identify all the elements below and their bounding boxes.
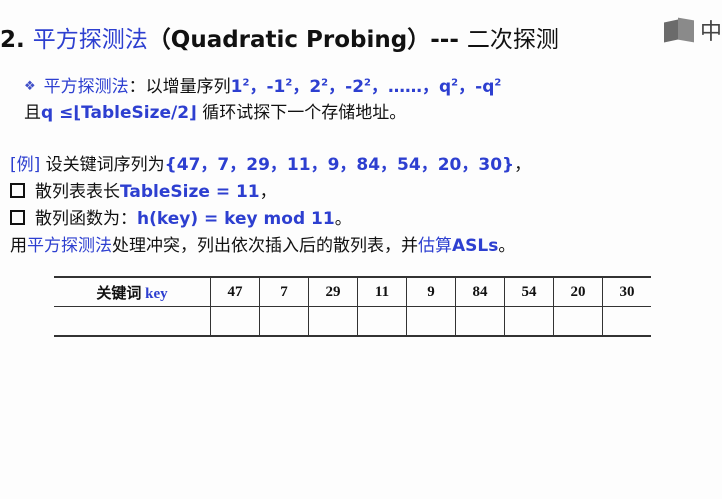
table-cell: 54	[504, 276, 554, 307]
title-en: （Quadratic Probing）---	[147, 27, 459, 53]
table-cell: 11	[357, 276, 407, 307]
table-cell	[602, 306, 651, 337]
table-row	[54, 306, 651, 337]
table-cell: 84	[455, 276, 505, 307]
diamond-bullet-icon: ❖	[24, 79, 36, 94]
rule-line-1: ❖ 平方探测法：以增量序列12，-12，22，-22，……，q2，-q2	[24, 77, 502, 97]
example-line: [例] 设关键词序列为{47，7，29，11，9，84，54，20，30}，	[10, 155, 532, 175]
item2-en: h(key) = key mod 11	[137, 209, 335, 229]
table-cell: 47	[210, 276, 260, 307]
logo-text: 中	[699, 20, 722, 45]
item2-cn: 散列函数为：	[35, 209, 137, 229]
table-cell	[357, 306, 407, 337]
seq-term: -22	[345, 77, 371, 97]
item1-en: TableSize = 11	[120, 182, 260, 202]
table-cell: 30	[602, 276, 651, 307]
table-cell	[455, 306, 505, 337]
table-row: 关键词 key 47 7 29 11 9 84 54 20 30	[54, 276, 651, 307]
table-cell	[210, 306, 260, 337]
item-hash-func: 散列函数为：h(key) = key mod 11。	[10, 204, 352, 229]
logo-mark-icon	[663, 17, 698, 43]
line2-suffix: 循环试探下一个存储地址。	[202, 103, 407, 123]
table-cell	[259, 306, 309, 337]
rule-text: ：以增量序列	[128, 77, 231, 97]
task-line: 用平方探测法处理冲突，列出依次插入后的散列表，并估算ASLs。	[10, 236, 516, 256]
table-cell	[54, 306, 211, 337]
seq-term: -q2	[475, 77, 502, 97]
slide: 2. 平方探测法（Quadratic Probing）--- 二次探测 中 ❖ 平…	[0, 0, 722, 499]
table-cell: 20	[553, 276, 603, 307]
table-cell: 9	[406, 276, 456, 307]
checkbox-bullet-icon	[10, 210, 25, 225]
line2-condition: q ≤⌊TableSize/2⌋	[41, 103, 197, 123]
seq-term: -12	[266, 77, 293, 97]
task-asls: ASLs	[452, 236, 499, 256]
seq-term: 12	[230, 77, 250, 97]
table-cell	[504, 306, 554, 337]
title-cn: 平方探测法	[32, 27, 148, 53]
seq-term: 22	[309, 77, 329, 97]
table-cell	[553, 306, 603, 337]
rule-label: 平方探测法	[43, 77, 129, 97]
seq-ellipsis: ……	[388, 77, 422, 97]
line2-prefix: 且	[24, 103, 41, 123]
example-text: 设关键词序列为	[45, 155, 165, 175]
title-number: 2.	[0, 27, 25, 53]
table-cell	[406, 306, 456, 337]
seq-term: q2	[439, 77, 459, 97]
example-tag: [例]	[10, 155, 41, 175]
example-keys: {47，7，29，11，9，84，54，20，30}	[164, 155, 515, 175]
table-cell	[308, 306, 358, 337]
item-table-size: 散列表表长TableSize = 11，	[10, 177, 277, 202]
checkbox-bullet-icon	[10, 183, 25, 198]
table-cell: 7	[259, 276, 309, 307]
hash-table: 关键词 key 47 7 29 11 9 84 54 20 30	[54, 276, 651, 337]
table-cell: 29	[308, 276, 358, 307]
table-header-cell: 关键词 key	[54, 276, 211, 307]
slide-title: 2. 平方探测法（Quadratic Probing）--- 二次探测	[0, 20, 559, 54]
item1-cn: 散列表表长	[35, 182, 120, 202]
task-method: 平方探测法	[27, 236, 112, 256]
title-cn2: 二次探测	[466, 27, 559, 53]
rule-line-2: 且q ≤⌊TableSize/2⌋ 循环试探下一个存储地址。	[24, 98, 406, 123]
logo: 中	[663, 14, 722, 46]
